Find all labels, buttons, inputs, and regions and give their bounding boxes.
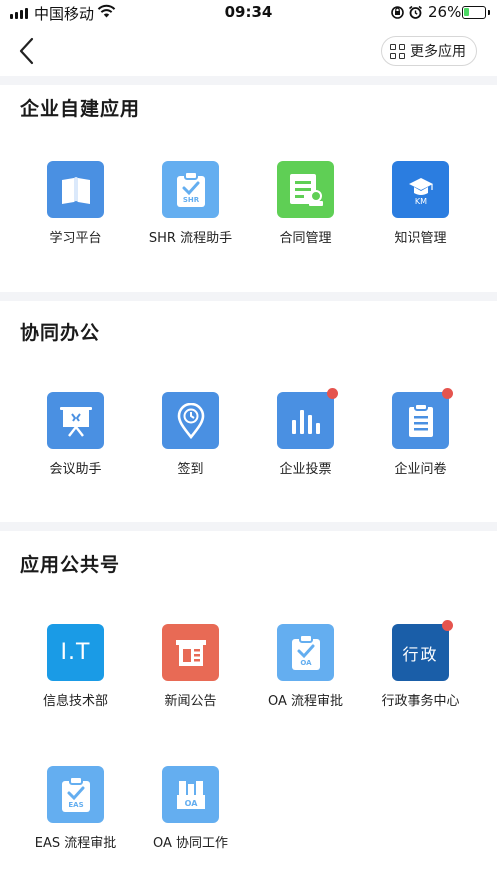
app-label: 签到 bbox=[177, 462, 204, 477]
svg-text:OA: OA bbox=[184, 799, 198, 808]
section-title: 应用公共号 bbox=[20, 554, 121, 576]
more-apps-label: 更多应用 bbox=[410, 44, 466, 60]
svg-text:EAS: EAS bbox=[68, 801, 83, 809]
factory-icon: OA bbox=[162, 766, 219, 823]
back-button[interactable] bbox=[14, 36, 42, 66]
svg-text:KM: KM bbox=[414, 197, 426, 206]
app-label: 知识管理 bbox=[394, 231, 447, 246]
battery-charging-icon bbox=[462, 6, 490, 19]
chevron-left-icon bbox=[19, 37, 34, 65]
bar-chart-icon bbox=[277, 392, 334, 449]
app-label: OA 协同工作 bbox=[152, 836, 229, 851]
admin-text-icon: 行政 bbox=[392, 624, 449, 681]
svg-text:OA: OA bbox=[300, 659, 312, 667]
nav-bar: 更多应用 bbox=[0, 26, 497, 76]
app-label: SHR 流程助手 bbox=[148, 231, 233, 246]
section-divider bbox=[0, 522, 497, 531]
app-label: 企业投票 bbox=[279, 462, 332, 477]
app-label: 企业问卷 bbox=[394, 462, 447, 477]
svg-text:SHR: SHR bbox=[182, 196, 199, 204]
section-divider bbox=[0, 292, 497, 301]
rotation-lock-icon bbox=[390, 5, 405, 24]
alarm-icon bbox=[408, 5, 423, 24]
status-bar: 中国移动 09:34 26% bbox=[0, 0, 497, 26]
section-collaborative-office: 协同办公 会议助手 签到 企业投票 企业问卷 bbox=[0, 318, 497, 522]
section-public-accounts: 应用公共号 I.T 信息技术部 新闻公告 OA OA 流程审批 行政 行政事务中… bbox=[0, 550, 497, 883]
clipboard-check-icon: OA bbox=[277, 624, 334, 681]
app-label: EAS 流程审批 bbox=[34, 836, 117, 851]
section-title: 协同办公 bbox=[20, 322, 101, 344]
notification-badge bbox=[442, 388, 453, 399]
book-icon bbox=[47, 161, 104, 218]
section-divider bbox=[0, 76, 497, 85]
app-label: 行政事务中心 bbox=[381, 694, 460, 709]
clipboard-check-icon: SHR bbox=[162, 161, 219, 218]
app-label: 会议助手 bbox=[49, 462, 102, 477]
app-label: 学习平台 bbox=[49, 231, 102, 246]
notification-badge bbox=[327, 388, 338, 399]
presentation-board-icon bbox=[47, 392, 104, 449]
newspaper-icon bbox=[162, 624, 219, 681]
notification-badge bbox=[442, 620, 453, 631]
app-label: OA 流程审批 bbox=[267, 694, 344, 709]
location-clock-icon bbox=[162, 392, 219, 449]
contract-stamp-icon bbox=[277, 161, 334, 218]
grid-icon bbox=[390, 43, 405, 59]
graduation-cap-icon: KM bbox=[392, 161, 449, 218]
more-apps-button[interactable]: 更多应用 bbox=[381, 36, 477, 66]
it-text-icon: I.T bbox=[47, 624, 104, 681]
clipboard-check-icon: EAS bbox=[47, 766, 104, 823]
battery-percent: 26% bbox=[428, 3, 462, 21]
section-title: 企业自建应用 bbox=[20, 98, 141, 120]
questionnaire-icon bbox=[392, 392, 449, 449]
app-label: 信息技术部 bbox=[42, 694, 108, 709]
app-label: 新闻公告 bbox=[164, 694, 217, 709]
app-label: 合同管理 bbox=[279, 231, 332, 246]
section-enterprise-apps: 企业自建应用 学习平台 SHR SHR 流程助手 合同管理 KM 知识管理 bbox=[0, 94, 497, 292]
